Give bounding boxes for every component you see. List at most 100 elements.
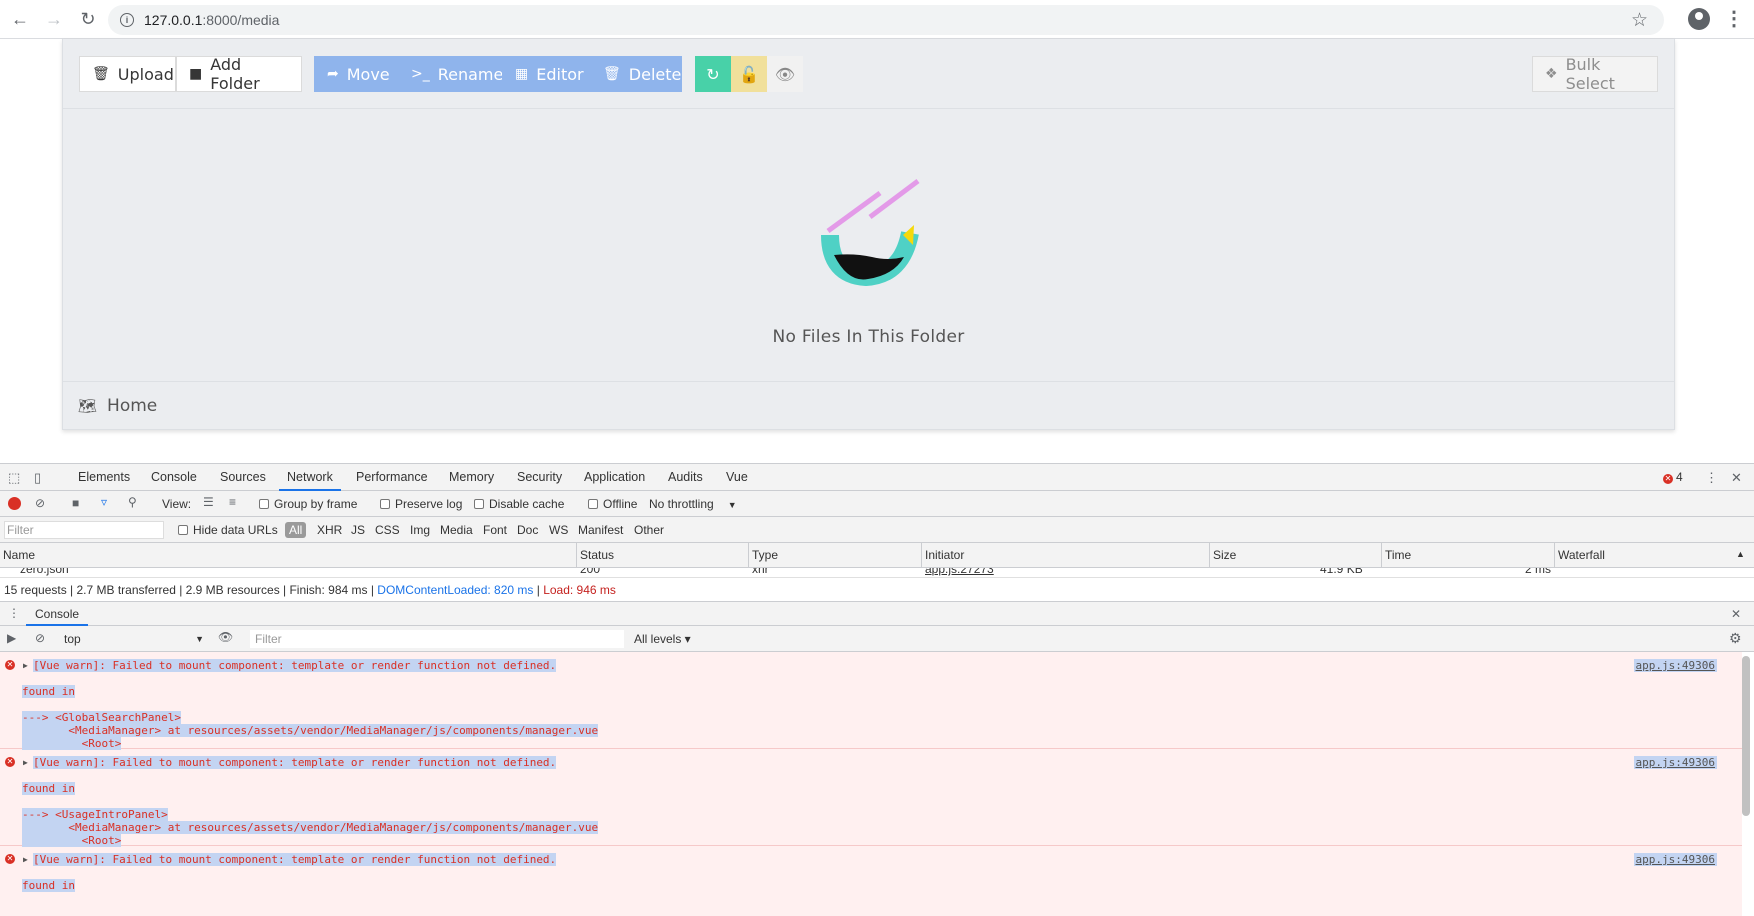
add-folder-button[interactable]: ■ Add Folder (176, 55, 302, 93)
device-toolbar-icon[interactable]: ▯ (34, 470, 41, 486)
type-filter-ws[interactable]: WS (549, 523, 568, 537)
network-filter-input[interactable]: Filter (4, 521, 164, 539)
disable-cache-checkbox[interactable]: Disable cache (474, 497, 564, 511)
type-filter-other[interactable]: Other (634, 523, 664, 537)
folder-icon: ■ (189, 66, 203, 82)
rename-button[interactable]: >_ Rename (398, 56, 503, 92)
expand-triangle-icon[interactable]: ▶ (23, 758, 28, 767)
trash-icon: 🗑 (603, 66, 621, 82)
drawer-close-icon[interactable]: ✕ (1731, 607, 1741, 621)
view-label: View: (162, 497, 192, 511)
console-message[interactable]: ✕ ▶ [Vue warn]: Failed to mount componen… (0, 652, 1742, 750)
column-type[interactable]: Type (748, 543, 778, 568)
delete-button[interactable]: 🗑 Delete (590, 56, 682, 92)
move-button[interactable]: ➦ Move (314, 56, 398, 92)
group-by-frame-checkbox[interactable]: Group by frame (259, 497, 357, 511)
tab-console[interactable]: Console (151, 464, 197, 491)
type-filter-manifest[interactable]: Manifest (578, 523, 623, 537)
tab-sources[interactable]: Sources (220, 464, 266, 491)
tab-security[interactable]: Security (517, 464, 562, 491)
browser-menu-icon[interactable]: ⋮ (1724, 6, 1744, 31)
offline-checkbox[interactable]: Offline (588, 497, 637, 511)
hide-data-urls-checkbox[interactable]: Hide data URLs (178, 523, 278, 537)
reload-icon[interactable]: ↻ (74, 5, 102, 33)
console-filter-input[interactable]: Filter (250, 630, 624, 648)
devtools-close-icon[interactable]: ✕ (1731, 470, 1742, 486)
console-message[interactable]: ✕ ▶ [Vue warn]: Failed to mount componen… (0, 749, 1742, 847)
type-filter-img[interactable]: Img (410, 523, 430, 537)
devtools-menu-icon[interactable]: ⋮ (1705, 470, 1718, 486)
tab-network[interactable]: Network (279, 464, 341, 491)
search-icon[interactable]: ⚲ (128, 495, 137, 509)
column-waterfall[interactable]: Waterfall (1554, 543, 1605, 568)
list-view-icon[interactable]: ☰ (203, 495, 214, 509)
sort-arrow-icon[interactable]: ▲ (1736, 549, 1745, 559)
drawer-menu-icon[interactable]: ⋮ (8, 606, 20, 620)
sidebar-toggle-icon[interactable]: ▶ (7, 631, 16, 645)
preserve-log-checkbox[interactable]: Preserve log (380, 497, 462, 511)
row-status: 200 (580, 568, 601, 576)
editor-button[interactable]: ▦ Editor (502, 56, 590, 92)
type-filter-media[interactable]: Media (440, 523, 473, 537)
message-source-link[interactable]: app.js:49306 (1633, 659, 1717, 672)
tab-elements[interactable]: Elements (78, 464, 130, 491)
throttling-select[interactable]: No throttling ▼ (649, 497, 737, 511)
context-select[interactable]: top ▼ (64, 630, 204, 648)
refresh-button[interactable]: ↻ (695, 56, 731, 92)
clear-icon[interactable]: ⊘ (35, 496, 45, 510)
type-filter-doc[interactable]: Doc (517, 523, 538, 537)
column-size[interactable]: Size (1209, 543, 1236, 568)
clear-console-icon[interactable]: ⊘ (35, 631, 45, 645)
message-source-link[interactable]: app.js:49306 (1633, 853, 1717, 866)
column-initiator[interactable]: Initiator (921, 543, 964, 568)
error-icon: ✕ (5, 757, 15, 767)
tab-performance[interactable]: Performance (356, 464, 428, 491)
row-time: 2 ms (1525, 568, 1552, 576)
message-trace: <MediaManager> at resources/assets/vendo… (22, 821, 599, 834)
expand-triangle-icon[interactable]: ▶ (23, 855, 28, 864)
table-row[interactable]: zero.json 200 xhr app.js:27273 41.9 KB 2… (0, 568, 1754, 578)
upload-button[interactable]: 🗑 Upload (79, 56, 176, 92)
lock-button[interactable]: 🔓 (731, 56, 767, 92)
info-icon[interactable]: i (120, 13, 134, 27)
type-filter-css[interactable]: CSS (375, 523, 400, 537)
tab-application[interactable]: Application (584, 464, 645, 491)
tab-drawer-console[interactable]: Console (26, 602, 89, 626)
profile-icon[interactable] (1688, 8, 1710, 30)
tab-memory[interactable]: Memory (449, 464, 494, 491)
row-initiator[interactable]: app.js:27273 (925, 568, 994, 576)
type-filter-xhr[interactable]: XHR (317, 523, 342, 537)
breadcrumb-home[interactable]: Home (107, 396, 157, 416)
column-status[interactable]: Status (576, 543, 614, 568)
error-counter[interactable]: ✕ 4 (1663, 470, 1683, 484)
address-bar[interactable]: i 127.0.0.1:8000/media ☆ (108, 5, 1664, 35)
live-expression-eye-icon[interactable]: 👁 (218, 630, 233, 644)
record-icon[interactable] (8, 497, 21, 510)
bulk-select-button[interactable]: ❖ Bulk Select (1532, 55, 1658, 93)
bookmark-star-icon[interactable]: ☆ (1631, 9, 1648, 32)
type-filter-all[interactable]: All (285, 522, 307, 538)
column-name[interactable]: Name (0, 543, 35, 568)
back-icon[interactable]: ← (6, 5, 34, 33)
column-time[interactable]: Time (1381, 543, 1411, 568)
tab-audits[interactable]: Audits (668, 464, 703, 491)
forward-icon[interactable]: → (40, 5, 68, 33)
camera-icon[interactable]: ■ (72, 496, 79, 510)
message-source-link[interactable]: app.js:49306 (1633, 756, 1717, 769)
summary-main: 15 requests | 2.7 MB transferred | 2.9 M… (4, 583, 378, 597)
filter-icon[interactable]: ▿ (101, 495, 107, 509)
visibility-button[interactable]: 👁 (767, 56, 803, 92)
inspect-element-icon[interactable]: ⬚ (8, 470, 20, 486)
type-filter-font[interactable]: Font (483, 523, 507, 537)
overview-icon[interactable]: ≡ (229, 495, 236, 509)
console-settings-gear-icon[interactable]: ⚙ (1729, 630, 1742, 647)
tab-vue[interactable]: Vue (726, 464, 748, 491)
refresh-icon: ↻ (706, 64, 720, 84)
type-filter-js[interactable]: JS (351, 523, 365, 537)
log-levels-select[interactable]: All levels ▾ (634, 632, 691, 646)
console-scrollbar[interactable] (1742, 656, 1750, 816)
expand-triangle-icon[interactable]: ▶ (23, 661, 28, 670)
row-name: zero.json (20, 568, 69, 576)
media-manager: 🗑 Upload ■ Add Folder ➦ Move >_ Rename ▦ Edit… (62, 39, 1675, 430)
console-message[interactable]: ✕ ▶ [Vue warn]: Failed to mount componen… (0, 846, 1742, 916)
